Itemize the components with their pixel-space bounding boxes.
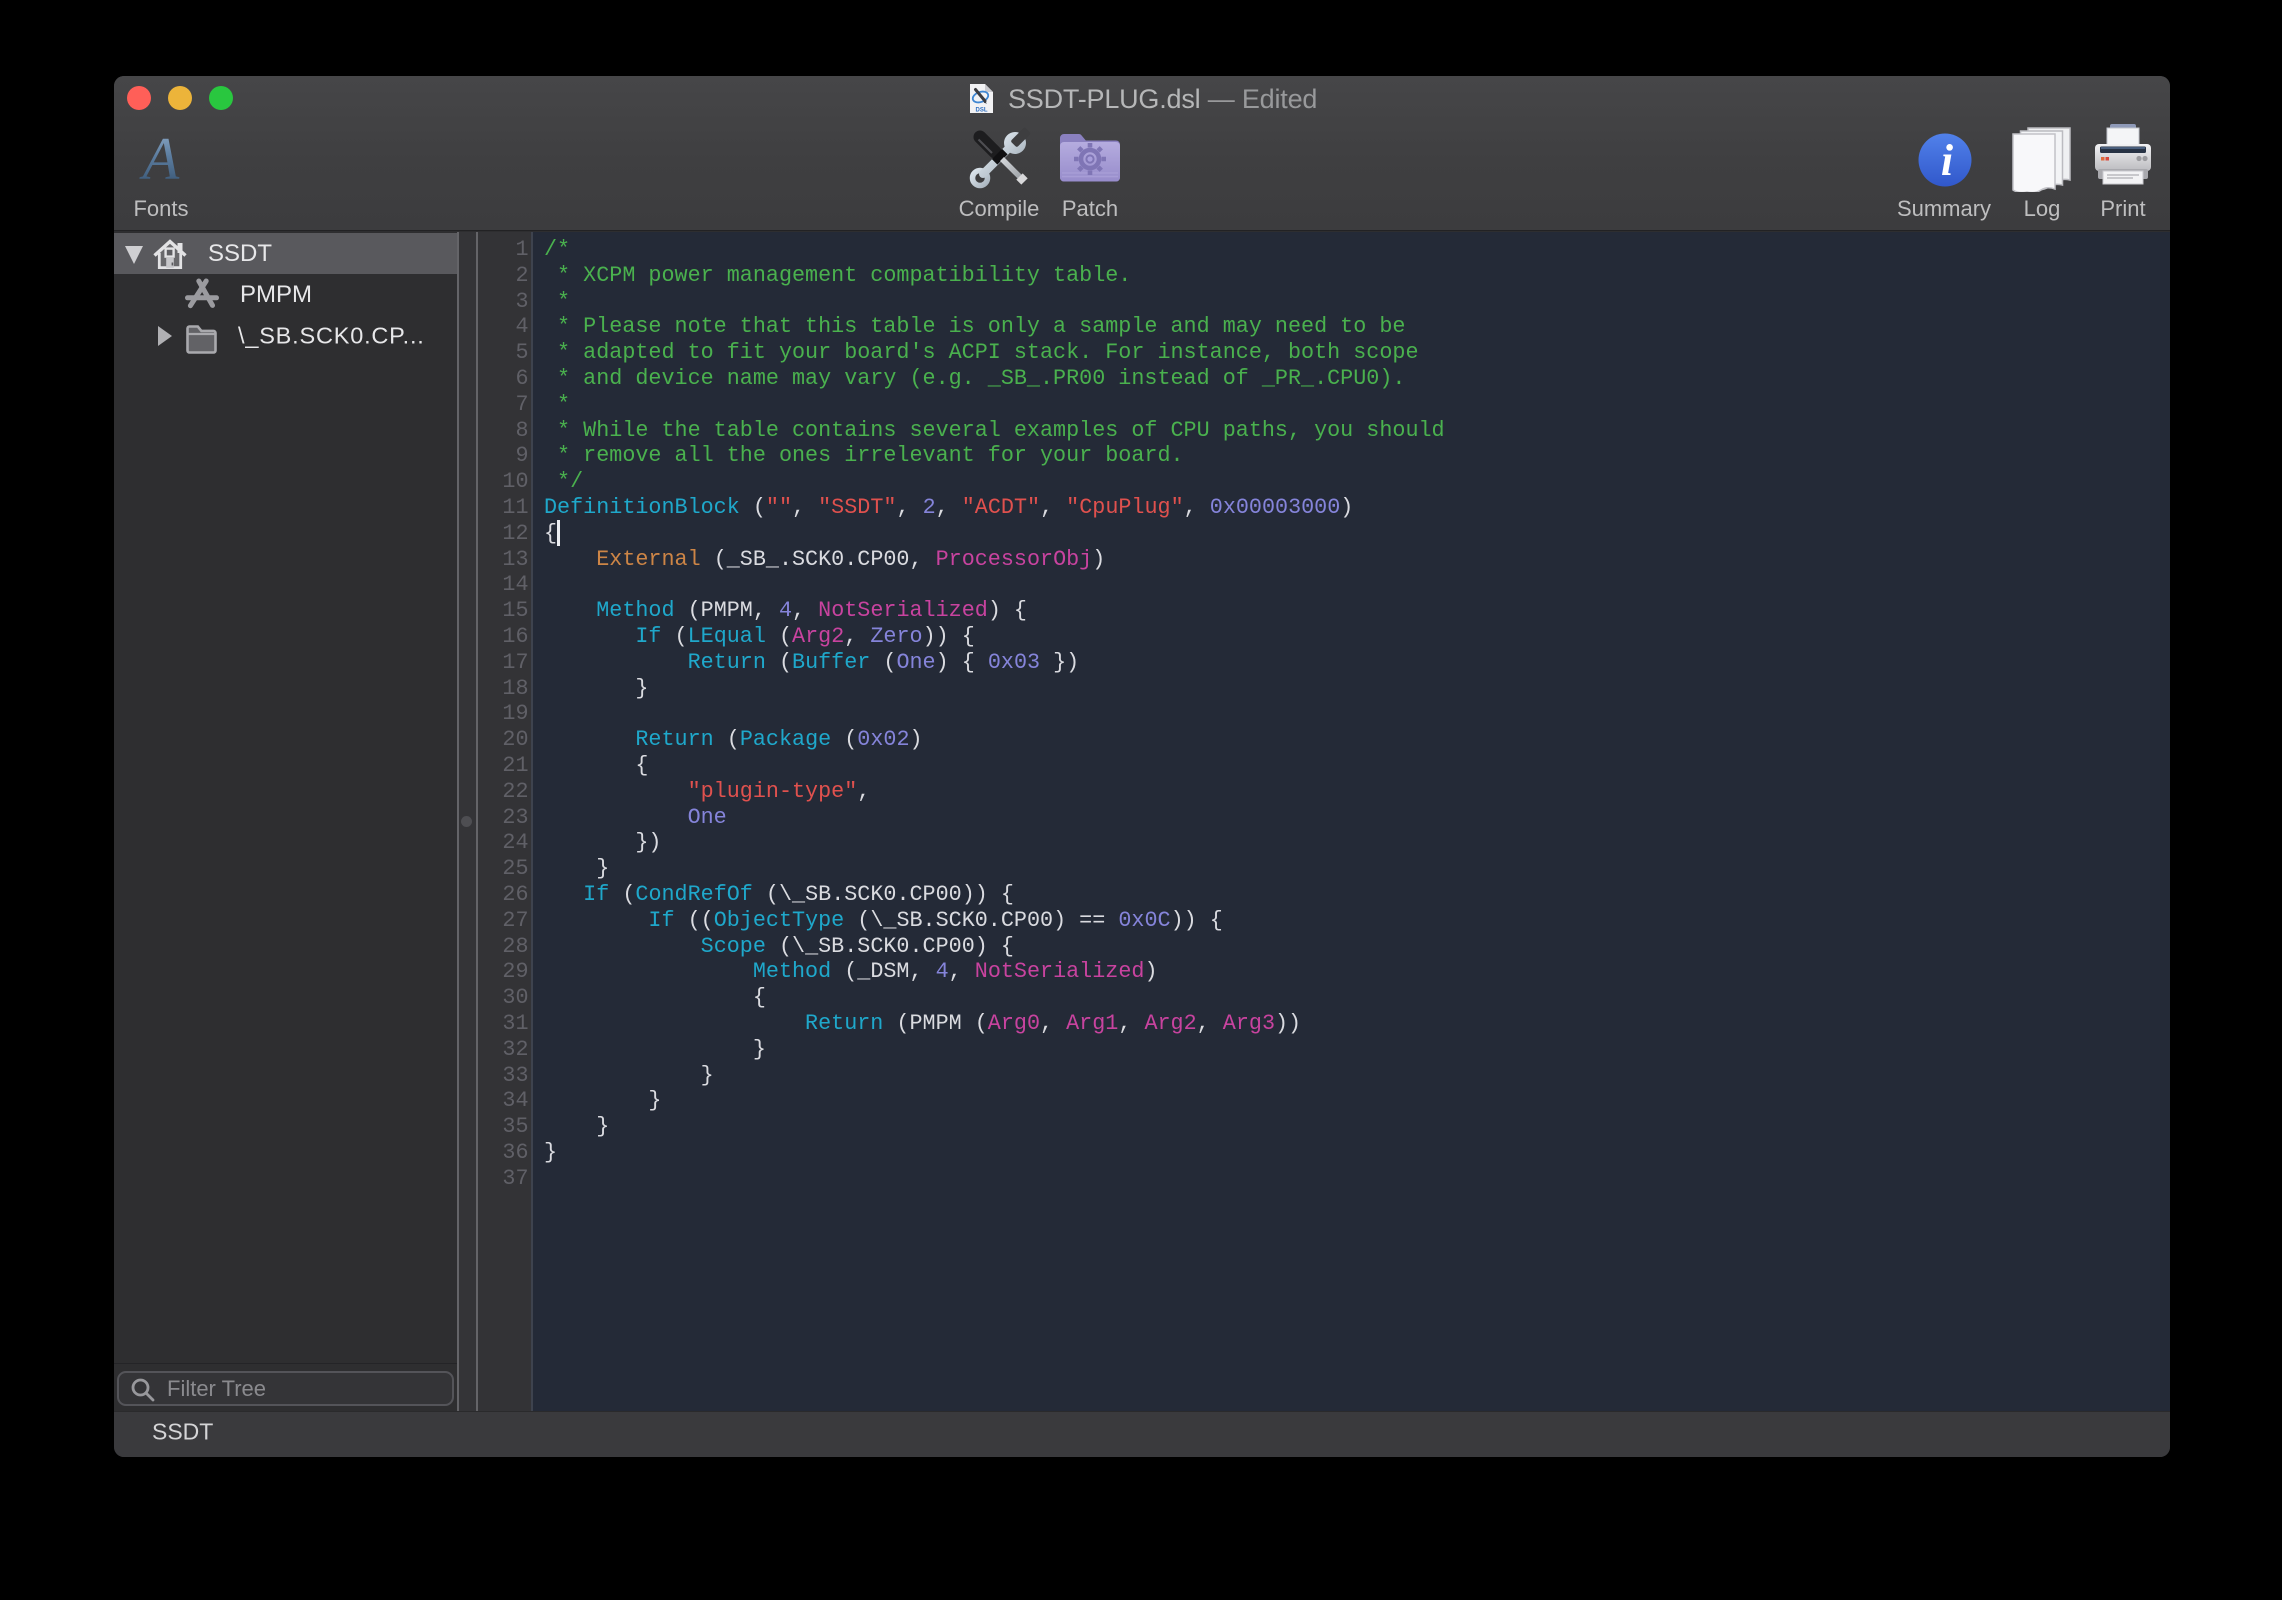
svg-text:i: i: [1941, 136, 1954, 185]
svg-text:DSL: DSL: [976, 108, 988, 114]
